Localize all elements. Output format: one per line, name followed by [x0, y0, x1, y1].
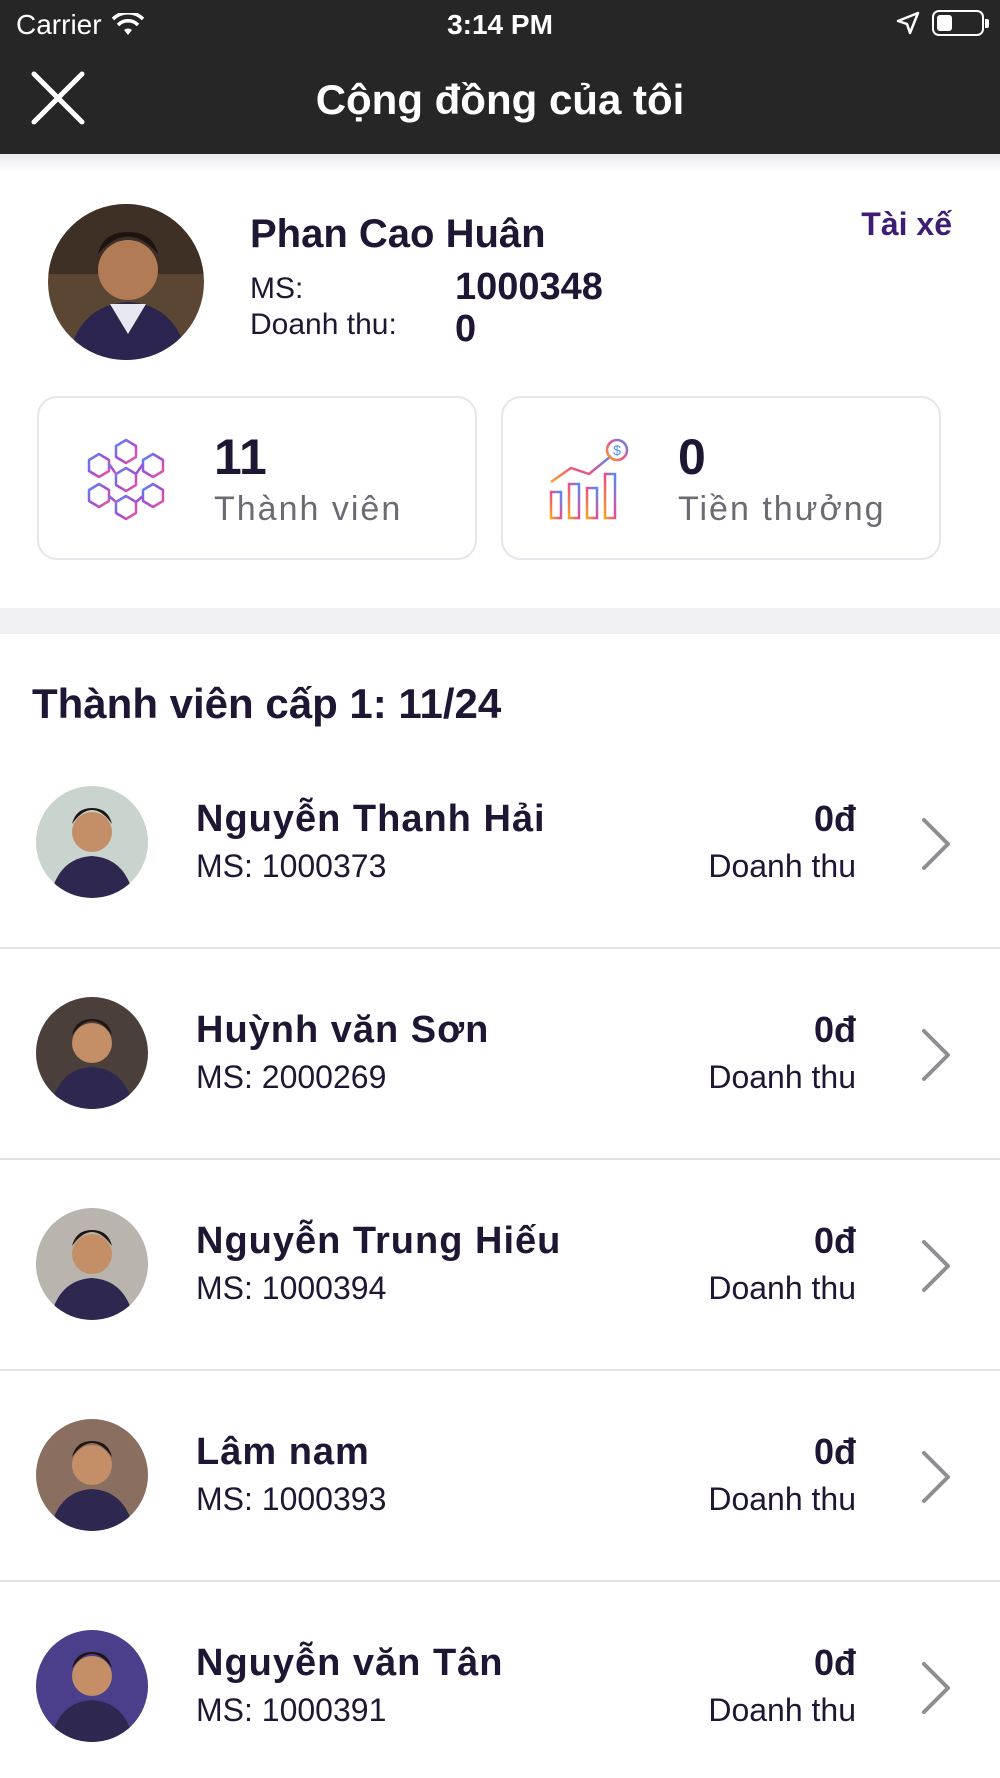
revenue-value: 0 [455, 308, 477, 350]
member-revenue-label: Doanh thu [708, 848, 856, 884]
member-id: MS: 1000394 [196, 1270, 387, 1306]
battery-icon [932, 10, 989, 36]
bonus-value: 0 [678, 429, 706, 485]
growth-chart-icon: $ [547, 438, 629, 522]
members-count: 11 [214, 429, 267, 485]
member-revenue: 0đ [813, 1009, 856, 1050]
list-item[interactable]: Nguyễn Trung Hiếu MS: 1000394 0đ Doanh thu [0, 1160, 1000, 1371]
top-bar: Carrier 3:14 PM Cộng đồng của tôi [0, 0, 1000, 154]
member-revenue: 0đ [813, 1431, 856, 1472]
list-item[interactable]: Huỳnh văn Sơn MS: 2000269 0đ Doanh thu [0, 949, 1000, 1160]
role-badge: Tài xế [861, 206, 952, 242]
member-name: Nguyễn văn Tân [196, 1642, 504, 1684]
member-name: Lâm nam [196, 1431, 370, 1473]
bonus-label: Tiền thưởng [678, 490, 886, 528]
id-label: MS: [250, 272, 304, 305]
battery-level [937, 15, 953, 31]
member-revenue-label: Doanh thu [708, 1481, 856, 1517]
member-id: MS: 1000393 [196, 1481, 387, 1517]
avatar[interactable] [48, 204, 204, 360]
member-avatar [36, 997, 148, 1109]
member-revenue-label: Doanh thu [708, 1270, 856, 1306]
list-item[interactable]: Nguyễn văn Tân MS: 1000391 0đ Doanh thu [0, 1582, 1000, 1778]
location-arrow-icon [896, 11, 920, 35]
bonus-card[interactable]: $ 0 Tiền thưởng [501, 396, 941, 560]
id-value: 1000348 [455, 266, 603, 308]
members-card[interactable]: 11 Thành viên [37, 396, 477, 560]
member-name: Nguyễn Trung Hiếu [196, 1220, 562, 1262]
status-right [896, 10, 989, 36]
member-avatar [36, 1419, 148, 1531]
member-revenue: 0đ [813, 1220, 856, 1261]
member-avatar [36, 786, 148, 898]
page-title: Cộng đồng của tôi [315, 76, 685, 123]
member-id: MS: 1000373 [196, 848, 387, 884]
member-revenue-label: Doanh thu [708, 1059, 856, 1095]
revenue-label: Doanh thu: [250, 308, 397, 341]
network-cubes-icon [87, 438, 165, 521]
member-revenue: 0đ [813, 1642, 856, 1683]
profile-name: Phan Cao Huân [250, 212, 546, 256]
chevron-right-icon[interactable] [916, 1658, 956, 1718]
member-name: Huỳnh văn Sơn [196, 1009, 490, 1051]
member-id: MS: 2000269 [196, 1059, 387, 1095]
list-item[interactable]: Lâm nam MS: 1000393 0đ Doanh thu [0, 1371, 1000, 1582]
member-id: MS: 1000391 [196, 1692, 387, 1728]
section-divider [0, 608, 1000, 634]
chevron-right-icon[interactable] [916, 1025, 956, 1085]
member-name: Nguyễn Thanh Hải [196, 798, 546, 840]
members-label: Thành viên [214, 490, 403, 528]
status-bar: Carrier 3:14 PM [0, 0, 1000, 50]
chevron-right-icon[interactable] [916, 814, 956, 874]
member-revenue-label: Doanh thu [708, 1692, 856, 1728]
svg-text:$: $ [613, 442, 621, 458]
member-revenue: 0đ [813, 798, 856, 839]
header-shadow [0, 154, 1000, 172]
status-time: 3:14 PM [447, 9, 553, 40]
members-section-title: Thành viên cấp 1: 11/24 [32, 680, 502, 727]
member-avatar [36, 1208, 148, 1320]
chevron-right-icon[interactable] [916, 1236, 956, 1296]
nav-bar: Cộng đồng của tôi [0, 50, 1000, 154]
chevron-right-icon[interactable] [916, 1447, 956, 1507]
profile-section: Phan Cao Huân Tài xế MS: 1000348 Doanh t… [0, 172, 1000, 612]
list-item[interactable]: Nguyễn Thanh Hải MS: 1000373 0đ Doanh thu [0, 738, 1000, 949]
member-avatar [36, 1630, 148, 1742]
